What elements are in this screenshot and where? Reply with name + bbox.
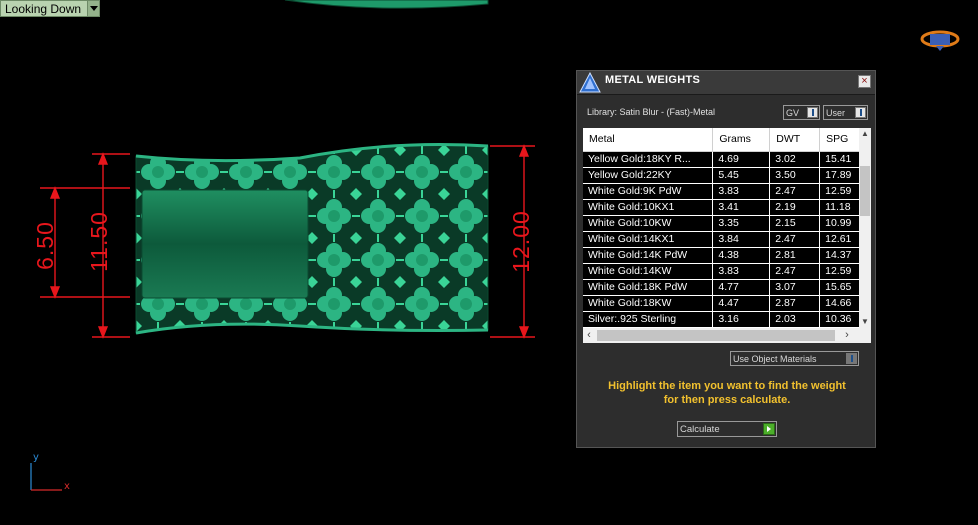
dwt-cell: 2.47 <box>769 263 821 280</box>
dropdown-icon[interactable] <box>807 107 818 118</box>
metal-cell: White Gold:14KX1 <box>583 231 714 248</box>
column-header-metal[interactable]: Metal <box>583 128 714 152</box>
horizontal-scrollbar[interactable]: ‹ › <box>583 328 871 343</box>
gv-select-value: GV <box>786 107 800 118</box>
dwt-cell: 2.87 <box>769 295 821 312</box>
metal-cell: White Gold:14KW <box>583 263 714 280</box>
grams-cell: 4.77 <box>712 279 771 296</box>
dropdown-icon[interactable] <box>846 353 857 364</box>
metal-cell: White Gold:18K PdW <box>583 279 714 296</box>
grams-cell: 4.69 <box>712 151 771 168</box>
table-row[interactable]: White Gold:14K PdW 4.38 2.81 14.37 <box>583 247 871 264</box>
grams-cell: 4.38 <box>712 247 771 264</box>
dwt-cell: 2.47 <box>769 183 821 200</box>
app-logo-icon <box>920 30 960 51</box>
grams-cell: 3.16 <box>712 311 771 328</box>
close-icon[interactable]: × <box>858 75 871 88</box>
column-header-dwt[interactable]: DWT <box>769 128 821 152</box>
metal-cell: White Gold:10KX1 <box>583 199 714 216</box>
metal-table[interactable]: Metal Grams DWT SPG Yellow Gold:18KY R..… <box>583 128 871 343</box>
scroll-left-icon[interactable]: ‹ <box>583 328 595 343</box>
model-top-fragment <box>284 0 489 9</box>
grams-cell: 3.84 <box>712 231 771 248</box>
table-row[interactable]: Silver:.925 Sterling 3.16 2.03 10.36 <box>583 311 871 328</box>
ring-plate <box>141 189 309 299</box>
table-row[interactable]: White Gold:18K PdW 4.77 3.07 15.65 <box>583 279 871 296</box>
dwt-cell: 3.50 <box>769 167 821 184</box>
table-row[interactable]: White Gold:9K PdW 3.83 2.47 12.59 <box>583 183 871 200</box>
table-row[interactable]: White Gold:18KW 4.47 2.87 14.66 <box>583 295 871 312</box>
metal-cell: Silver:.925 Sterling <box>583 311 714 328</box>
table-row[interactable]: White Gold:14KX1 3.84 2.47 12.61 <box>583 231 871 248</box>
instructions-text: Highlight the item you want to find the … <box>577 379 877 407</box>
scroll-thumb[interactable] <box>597 330 835 341</box>
metal-cell: White Gold:9K PdW <box>583 183 714 200</box>
grams-cell: 3.41 <box>712 199 771 216</box>
scroll-right-icon[interactable]: › <box>841 328 853 343</box>
gv-select[interactable]: GV <box>783 105 820 120</box>
panel-header[interactable]: METAL WEIGHTS × <box>577 71 875 95</box>
dimension-label-outer: 11.50 <box>85 211 112 272</box>
table-row[interactable]: White Gold:10KW 3.35 2.15 10.99 <box>583 215 871 232</box>
calculate-button[interactable]: Calculate <box>677 421 777 437</box>
vertical-scrollbar[interactable]: ▲ ▼ <box>859 128 871 328</box>
instructions-line-2: for then press calculate. <box>663 394 791 406</box>
matrix-logo-icon <box>579 71 601 92</box>
dropdown-icon[interactable] <box>855 107 866 118</box>
user-select-value: User <box>826 107 846 118</box>
grams-cell: 4.47 <box>712 295 771 312</box>
instructions-line-1: Highlight the item you want to find the … <box>608 380 846 392</box>
metal-cell: Yellow Gold:22KY <box>583 167 714 184</box>
scroll-down-icon[interactable]: ▼ <box>859 316 871 328</box>
metal-cell: Yellow Gold:18KY R... <box>583 151 714 168</box>
panel-title: METAL WEIGHTS <box>605 73 701 86</box>
grams-cell: 3.83 <box>712 263 771 280</box>
user-select[interactable]: User <box>823 105 868 120</box>
dimension-label-right: 12.00 <box>507 210 534 273</box>
use-object-materials-label: Use Object Materials <box>733 353 817 364</box>
calculate-label: Calculate <box>680 423 720 435</box>
metal-cell: White Gold:18KW <box>583 295 714 312</box>
table-row[interactable]: White Gold:10KX1 3.41 2.19 11.18 <box>583 199 871 216</box>
table-row[interactable]: Yellow Gold:18KY R... 4.69 3.02 15.41 <box>583 151 871 168</box>
axis-y-label: y <box>33 452 39 463</box>
library-label: Library: Satin Blur - (Fast)-Metal <box>587 107 716 117</box>
dwt-cell: 2.03 <box>769 311 821 328</box>
dwt-cell: 2.47 <box>769 231 821 248</box>
dwt-cell: 3.02 <box>769 151 821 168</box>
dwt-cell: 2.81 <box>769 247 821 264</box>
axis-x-label: x <box>64 481 70 492</box>
dimension-label-inner: 6.50 <box>31 221 58 270</box>
grams-cell: 5.45 <box>712 167 771 184</box>
grams-cell: 3.35 <box>712 215 771 232</box>
dwt-cell: 2.19 <box>769 199 821 216</box>
scroll-thumb[interactable] <box>860 166 870 216</box>
scroll-up-icon[interactable]: ▲ <box>859 128 871 140</box>
use-object-materials-select[interactable]: Use Object Materials <box>730 351 859 366</box>
table-row[interactable]: Yellow Gold:22KY 5.45 3.50 17.89 <box>583 167 871 184</box>
column-header-grams[interactable]: Grams <box>712 128 771 152</box>
metal-cell: White Gold:14K PdW <box>583 247 714 264</box>
table-row[interactable]: White Gold:14KW 3.83 2.47 12.59 <box>583 263 871 280</box>
grams-cell: 3.83 <box>712 183 771 200</box>
play-icon[interactable] <box>763 423 775 435</box>
metal-cell: White Gold:10KW <box>583 215 714 232</box>
dwt-cell: 2.15 <box>769 215 821 232</box>
metal-weights-panel: METAL WEIGHTS × Library: Satin Blur - (F… <box>576 70 876 448</box>
dwt-cell: 3.07 <box>769 279 821 296</box>
